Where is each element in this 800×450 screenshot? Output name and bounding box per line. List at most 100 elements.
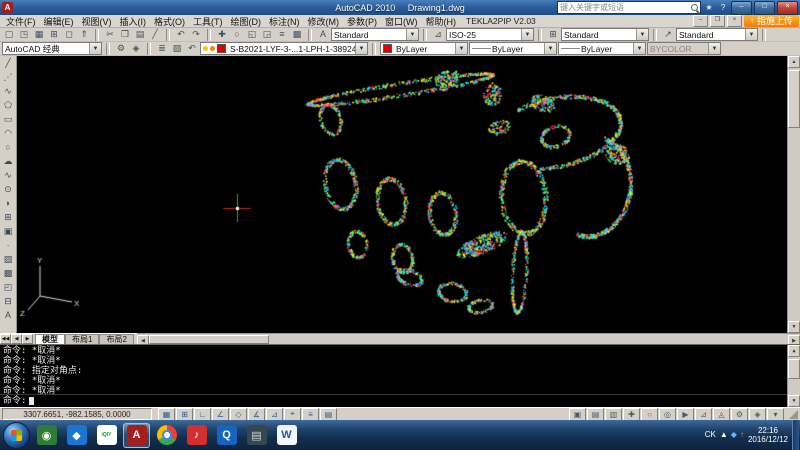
infocenter-search[interactable]: 键入关键字或短语 xyxy=(557,1,701,14)
layer-properties-button[interactable]: ≣ xyxy=(155,42,169,55)
design-center-button[interactable]: ▩ xyxy=(290,28,304,41)
safety-tray-icon[interactable]: ◆ xyxy=(731,430,737,440)
multileader-style-combo[interactable]: Standard▼ xyxy=(676,28,758,41)
taskbar-chrome-button[interactable] xyxy=(153,423,180,448)
zoom-status-button[interactable]: ○ xyxy=(641,408,658,421)
circle-button[interactable]: ○ xyxy=(1,140,15,154)
ellipse-arc-button[interactable]: ◗ xyxy=(1,196,15,210)
model-space-button[interactable]: ▣ xyxy=(569,408,586,421)
tab-model[interactable]: 模型 xyxy=(35,334,65,345)
menu-item-format[interactable]: 格式(O) xyxy=(150,15,189,28)
chevron-down-icon[interactable]: ▼ xyxy=(355,43,367,54)
layer-previous-button[interactable]: ↶ xyxy=(185,42,199,55)
document-minimize-button[interactable]: – xyxy=(693,15,708,27)
quick-view-drawings-button[interactable]: ▥ xyxy=(605,408,622,421)
command-scroll-down-icon[interactable]: ▼ xyxy=(788,395,800,407)
cut-button[interactable]: ✂ xyxy=(103,28,117,41)
tab-layout1[interactable]: 布局1 xyxy=(65,334,99,345)
layer-combo[interactable]: S-B2021-LYF-3-...1-LPH-1-389242▼ xyxy=(200,42,368,55)
taskbar-iqiyi-button[interactable]: iQIY xyxy=(93,423,120,448)
scroll-up-icon[interactable]: ▲ xyxy=(788,56,800,68)
drawing-canvas[interactable] xyxy=(18,56,787,333)
chevron-down-icon[interactable]: ▼ xyxy=(521,29,533,40)
line-button[interactable]: ╱ xyxy=(1,56,15,70)
insert-block-button[interactable]: ⊞ xyxy=(1,210,15,224)
workspace-settings-button[interactable]: ⚙ xyxy=(114,42,128,55)
menu-item-tools[interactable]: 工具(T) xyxy=(189,15,227,28)
object-snap-toggle-button[interactable]: ◇ xyxy=(230,408,247,421)
chevron-down-icon[interactable]: ▼ xyxy=(406,29,418,40)
steering-wheel-button[interactable]: ◎ xyxy=(659,408,676,421)
chevron-down-icon[interactable]: ▼ xyxy=(89,43,101,54)
hatch-button[interactable]: ▨ xyxy=(1,252,15,266)
redo-button[interactable]: ↷ xyxy=(189,28,203,41)
chevron-down-icon[interactable]: ▼ xyxy=(544,43,556,54)
clock[interactable]: 22:16 2016/12/12 xyxy=(748,426,788,444)
gradient-button[interactable]: ▩ xyxy=(1,266,15,280)
layer-states-button[interactable]: ▧ xyxy=(170,42,184,55)
taskbar-qq-button[interactable]: Q xyxy=(213,423,240,448)
taskbar-autocad-button[interactable]: A xyxy=(123,423,150,448)
drawing-vertical-scrollbar[interactable]: ▲ ▼ xyxy=(787,56,800,333)
dim-style-button[interactable]: ⊿ xyxy=(431,28,445,41)
ortho-toggle-button[interactable]: ∟ xyxy=(194,408,211,421)
favorites-star-icon[interactable]: ★ xyxy=(703,3,715,12)
ellipse-button[interactable]: ⊙ xyxy=(1,182,15,196)
show-desktop-button[interactable] xyxy=(792,420,799,450)
grid-toggle-button[interactable]: ⊞ xyxy=(176,408,193,421)
match-properties-button[interactable]: ╱ xyxy=(148,28,162,41)
menu-item-insert[interactable]: 插入(I) xyxy=(116,15,151,28)
zoom-previous-button[interactable]: ◲ xyxy=(260,28,274,41)
chevron-down-icon[interactable]: ▼ xyxy=(708,43,720,54)
annotation-scale-button[interactable]: ⊿ xyxy=(695,408,712,421)
spline-button[interactable]: ∿ xyxy=(1,168,15,182)
horizontal-scroll-thumb[interactable] xyxy=(149,335,269,344)
command-scroll-thumb[interactable] xyxy=(788,359,800,379)
taskbar-file-manager-button[interactable]: ▤ xyxy=(243,423,270,448)
chevron-down-icon[interactable]: ▼ xyxy=(633,43,645,54)
command-scroll-up-icon[interactable]: ▲ xyxy=(788,345,800,357)
table-button[interactable]: ⊟ xyxy=(1,294,15,308)
copy-button[interactable]: ❐ xyxy=(118,28,132,41)
command-prompt-row[interactable]: 命令: xyxy=(3,396,34,406)
workspace-combo[interactable]: AutoCAD 经典▼ xyxy=(2,42,102,55)
polyline-button[interactable]: ∿ xyxy=(1,84,15,98)
construction-line-button[interactable]: ⋰ xyxy=(1,70,15,84)
minimize-button[interactable]: – xyxy=(731,1,752,15)
scroll-left-icon[interactable]: ◀ xyxy=(137,335,149,345)
scroll-right-icon[interactable]: ▶ xyxy=(788,335,800,345)
status-menu-button[interactable]: ▾ xyxy=(767,408,784,421)
toolbar-lock-button[interactable]: ◈ xyxy=(749,408,766,421)
menu-item-file[interactable]: 文件(F) xyxy=(2,15,40,28)
upload-badge-button[interactable]: ↑ 指施上传 xyxy=(744,15,799,27)
document-close-button[interactable]: × xyxy=(727,15,742,27)
publish-button[interactable]: ⇑ xyxy=(77,28,91,41)
zoom-window-button[interactable]: ◱ xyxy=(245,28,259,41)
text-style-button[interactable]: A xyxy=(316,28,330,41)
quick-view-layouts-button[interactable]: ▤ xyxy=(587,408,604,421)
rectangle-button[interactable]: ▭ xyxy=(1,112,15,126)
snap-toggle-button[interactable]: ▦ xyxy=(158,408,175,421)
zoom-realtime-button[interactable]: ○ xyxy=(230,28,244,41)
lineweight-display-toggle-button[interactable]: ≡ xyxy=(302,408,319,421)
revision-cloud-button[interactable]: ☁ xyxy=(1,154,15,168)
chevron-down-icon[interactable]: ▼ xyxy=(745,29,757,40)
hidden-icons-icon[interactable]: ▲ xyxy=(720,430,728,440)
show-motion-button[interactable]: ▶ xyxy=(677,408,694,421)
input-language-indicator[interactable]: CK xyxy=(705,430,716,440)
menu-item-edit[interactable]: 编辑(E) xyxy=(40,15,78,28)
lineweight-combo[interactable]: ———ByLayer▼ xyxy=(558,42,646,55)
maximize-button[interactable]: □ xyxy=(754,1,775,15)
help-icon[interactable]: ? xyxy=(717,3,729,12)
command-window[interactable]: 命令: *取消*命令: *取消*命令: 指定对角点:命令: *取消*命令: *取… xyxy=(0,344,800,407)
table-style-button[interactable]: ⊞ xyxy=(546,28,560,41)
polar-tracking-toggle-button[interactable]: ∠ xyxy=(212,408,229,421)
start-button[interactable] xyxy=(3,422,30,449)
close-button[interactable]: × xyxy=(777,1,798,15)
pan-button[interactable]: ✚ xyxy=(215,28,229,41)
tab-layout2[interactable]: 布局2 xyxy=(99,334,133,345)
command-scrollbar[interactable]: ▲ ▼ xyxy=(787,345,800,407)
dim-style-combo[interactable]: ISO-25▼ xyxy=(446,28,534,41)
dynamic-ucs-toggle-button[interactable]: ⊿ xyxy=(266,408,283,421)
chevron-down-icon[interactable]: ▼ xyxy=(455,43,467,54)
